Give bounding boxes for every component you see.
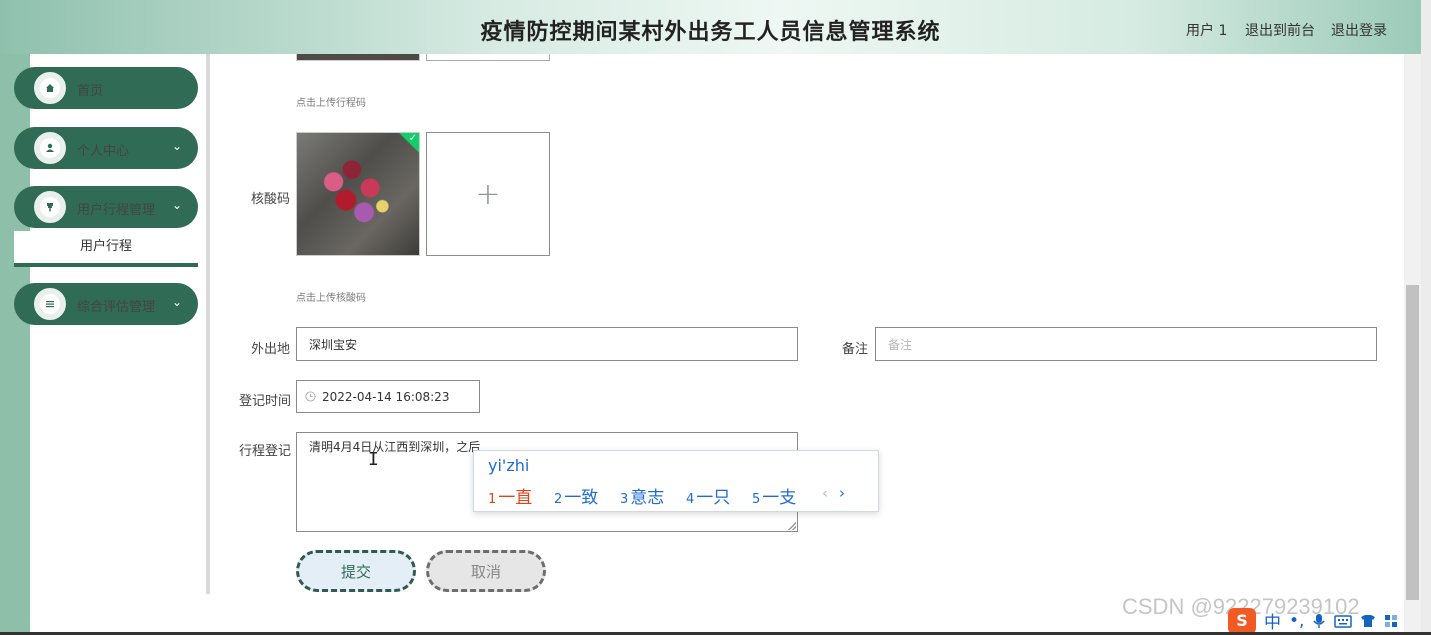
resize-handle[interactable] bbox=[788, 522, 796, 530]
trip-code-upload-hint: 点击上传行程码 bbox=[296, 98, 366, 109]
ime-pinyin-composition: yi'zhi bbox=[488, 456, 530, 475]
sidebar-item-label: 个人中心 bbox=[77, 144, 130, 159]
register-time-picker[interactable]: 2022-04-14 16:08:23 bbox=[296, 380, 480, 413]
trip-register-label: 行程登记 bbox=[239, 444, 292, 459]
list-icon bbox=[46, 301, 54, 308]
microphone-icon[interactable] bbox=[1312, 613, 1326, 629]
outer-frame-right bbox=[1421, 0, 1431, 635]
submit-button[interactable]: 提交 bbox=[296, 550, 416, 592]
ime-candidate-popup: yi'zhi 1 一直 2 一致 3 意志 4 一只 5 一支 ‹ › bbox=[473, 450, 879, 512]
ime-mode-toggle[interactable]: 中 bbox=[1264, 608, 1281, 633]
pin-icon-circle bbox=[32, 189, 68, 225]
header-bar: 疫情防控期间某村外出务工人员信息管理系统 用户 1 退出到前台 退出登录 bbox=[0, 0, 1421, 54]
ime-candidate[interactable]: 2 一致 bbox=[554, 483, 598, 508]
list-icon-circle bbox=[32, 286, 68, 322]
keyboard-icon[interactable] bbox=[1334, 614, 1353, 628]
trip-code-upload-partial[interactable] bbox=[426, 54, 550, 61]
scrollbar-thumb[interactable] bbox=[1406, 285, 1419, 600]
plus-icon: + bbox=[475, 176, 501, 212]
ime-candidate[interactable]: 1 一直 bbox=[488, 483, 532, 508]
nucleic-code-upload-hint: 点击上传核酸码 bbox=[296, 293, 366, 304]
remark-label: 备注 bbox=[842, 342, 869, 357]
sidebar-item-trip-management[interactable]: 用户行程管理 ⌄ bbox=[14, 186, 198, 228]
home-icon bbox=[46, 84, 54, 92]
nucleic-code-upload-button[interactable]: + bbox=[426, 132, 550, 256]
text-cursor-icon: I bbox=[368, 449, 379, 470]
ime-candidate[interactable]: 3 意志 bbox=[620, 483, 664, 508]
ime-prev-page-icon[interactable]: ‹ bbox=[822, 484, 828, 502]
logout-link[interactable]: 退出登录 bbox=[1331, 20, 1387, 40]
ime-toolbar: S 中 •, bbox=[1228, 606, 1421, 635]
home-icon-circle bbox=[32, 70, 68, 106]
chevron-down-icon: ⌄ bbox=[171, 139, 182, 153]
ime-candidate[interactable]: 4 一只 bbox=[686, 483, 730, 508]
register-time-value: 2022-04-14 16:08:23 bbox=[322, 389, 450, 404]
pin-icon bbox=[47, 203, 53, 212]
sidebar-item-label: 用户行程管理 bbox=[77, 203, 156, 218]
user-icon bbox=[46, 143, 54, 152]
skin-icon[interactable] bbox=[1360, 614, 1376, 628]
chevron-down-icon: ⌄ bbox=[171, 295, 182, 309]
user-name[interactable]: 用户 1 bbox=[1186, 20, 1227, 40]
nucleic-code-label: 核酸码 bbox=[251, 192, 291, 207]
sidebar-item-assessment-management[interactable]: 综合评估管理 ⌄ bbox=[14, 283, 198, 325]
user-icon-circle bbox=[32, 130, 68, 166]
chevron-down-icon: ⌄ bbox=[171, 198, 182, 212]
sidebar-subitem-user-trip[interactable]: 用户行程 bbox=[14, 231, 198, 267]
clock-icon bbox=[305, 391, 316, 402]
sidebar-item-home[interactable]: 首页 bbox=[14, 67, 198, 109]
cancel-button[interactable]: 取消 bbox=[426, 550, 546, 592]
destination-input[interactable]: 深圳宝安 bbox=[296, 327, 798, 361]
register-time-label: 登记时间 bbox=[239, 394, 292, 409]
ime-punct-toggle[interactable]: •, bbox=[1289, 611, 1304, 631]
trip-register-value: 清明4月4日从江西到深圳，之后 bbox=[309, 440, 481, 454]
destination-label: 外出地 bbox=[251, 342, 291, 357]
sidebar-item-label: 综合评估管理 bbox=[77, 300, 156, 315]
sogou-logo-icon[interactable]: S bbox=[1228, 607, 1256, 634]
check-icon: ✓ bbox=[408, 133, 417, 144]
remark-input[interactable]: 备注 bbox=[875, 327, 1377, 361]
ime-next-page-icon[interactable]: › bbox=[839, 484, 845, 502]
trip-code-image-partial[interactable] bbox=[296, 54, 420, 61]
apps-grid-icon[interactable] bbox=[1384, 614, 1398, 628]
front-link[interactable]: 退出到前台 bbox=[1245, 20, 1315, 40]
sidebar-item-personal-center[interactable]: 个人中心 ⌄ bbox=[14, 127, 198, 169]
ime-candidate[interactable]: 5 一支 bbox=[752, 483, 796, 508]
sidebar-item-label: 首页 bbox=[77, 84, 104, 99]
nucleic-code-image[interactable]: ✓ bbox=[296, 132, 420, 256]
